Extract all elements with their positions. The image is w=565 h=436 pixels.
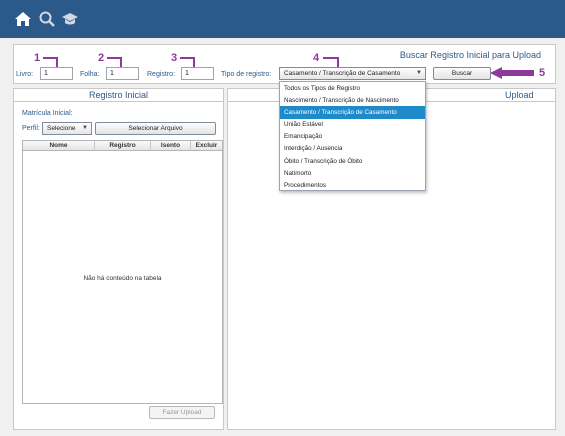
dropdown-option[interactable]: Nascimento / Transcrição de Nascimento xyxy=(280,94,425,106)
registro-table: Nome Registro Isento Excluir Não há cont… xyxy=(22,140,223,404)
folha-input[interactable]: 1 xyxy=(106,67,139,80)
marker-3-bracket xyxy=(180,57,195,67)
chevron-down-icon: ▼ xyxy=(82,125,88,131)
dropdown-option[interactable]: Óbito / Transcrição de Óbito xyxy=(280,155,425,167)
dropdown-option-selected[interactable]: Casamento / Transcrição de Casamento xyxy=(280,106,425,119)
fazer-upload-button[interactable]: Fazer Upload xyxy=(149,406,215,419)
marker-4-bracket xyxy=(323,57,339,67)
marker-3: 3 xyxy=(171,52,178,64)
perfil-select[interactable]: Selecione ▼ xyxy=(42,122,92,135)
tipo-registro-value: Casamento / Transcrição de Casamento xyxy=(284,70,401,77)
perfil-value: Selecione xyxy=(47,125,76,132)
column-header-isento[interactable]: Isento xyxy=(151,141,191,151)
upload-title-text: Upload xyxy=(505,90,534,100)
folha-label: Folha: xyxy=(80,71,100,78)
search-title: Buscar Registro Inicial para Upload xyxy=(399,50,541,60)
tipo-registro-dropdown: Todos os Tipos de Registro Nascimento / … xyxy=(279,81,426,191)
search-icon[interactable] xyxy=(38,10,56,28)
chevron-down-icon: ▼ xyxy=(416,70,422,76)
buscar-button[interactable]: Buscar xyxy=(433,67,491,80)
marker-5: 5 xyxy=(539,67,546,79)
perfil-label: Perfil: xyxy=(22,125,40,132)
dropdown-option[interactable]: União Estável xyxy=(280,119,425,131)
dropdown-option[interactable]: Todos os Tipos de Registro xyxy=(280,82,425,94)
dropdown-option[interactable]: Procedimentos xyxy=(280,180,425,192)
registro-input[interactable]: 1 xyxy=(181,67,214,80)
registro-inicial-panel: Registro Inicial Matrícula Inicial: Perf… xyxy=(13,88,224,430)
marker-2: 2 xyxy=(98,52,105,64)
livro-input[interactable]: 1 xyxy=(40,67,73,80)
marker-2-bracket xyxy=(107,57,122,67)
dropdown-option[interactable]: Interdição / Ausencia xyxy=(280,143,425,155)
table-header: Nome Registro Isento Excluir xyxy=(23,141,222,151)
tipo-registro-select[interactable]: Casamento / Transcrição de Casamento ▼ xyxy=(279,67,426,80)
tipo-registro-label: Tipo de registro: xyxy=(221,71,272,78)
home-icon[interactable] xyxy=(14,10,32,28)
graduation-cap-icon[interactable] xyxy=(61,10,79,28)
livro-label: Livro: xyxy=(16,71,34,78)
arrow-left-icon xyxy=(490,67,534,79)
top-bar xyxy=(0,0,565,38)
marker-1-bracket xyxy=(43,57,58,67)
dropdown-option[interactable]: Natimorto xyxy=(280,167,425,179)
dropdown-option[interactable]: Emancipação xyxy=(280,131,425,143)
marker-1: 1 xyxy=(34,52,41,64)
column-header-registro[interactable]: Registro xyxy=(95,141,151,151)
registro-inicial-title: Registro Inicial xyxy=(14,89,223,102)
column-header-nome[interactable]: Nome xyxy=(23,141,95,151)
marker-4: 4 xyxy=(313,52,320,64)
column-header-excluir[interactable]: Excluir xyxy=(191,141,222,151)
selecionar-arquivo-button[interactable]: Selecionar Arquivo xyxy=(95,122,216,135)
matricula-label: Matrícula Inicial: xyxy=(22,110,73,117)
registro-label: Registro: xyxy=(147,71,176,78)
empty-table-message: Não há conteúdo na tabela xyxy=(83,275,162,282)
